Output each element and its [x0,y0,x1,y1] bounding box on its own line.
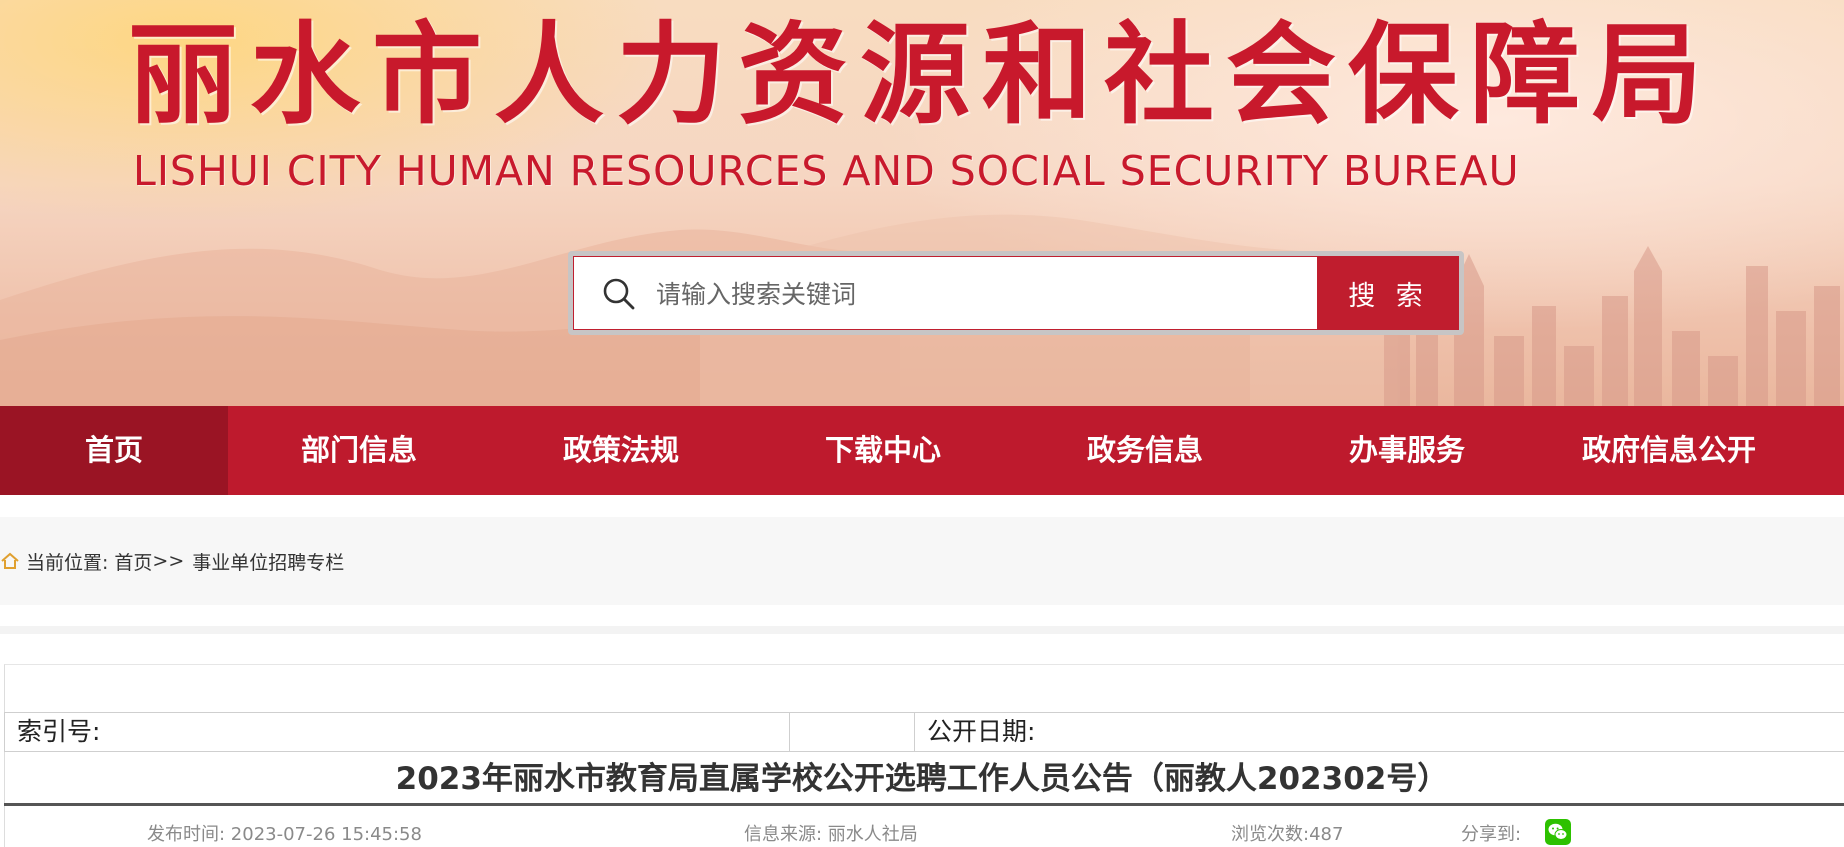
breadcrumb-home-link[interactable]: 首页 [114,548,152,575]
search-field [573,256,1318,330]
wechat-share-icon[interactable] [1545,819,1571,845]
info-source: 信息来源: 丽水人社局 [744,824,918,845]
nav-item-info-disclosure[interactable]: 政府信息公开 [1538,406,1800,495]
nav-item-home[interactable]: 首页 [0,406,228,495]
article-title: 2023年丽水市教育局直属学校公开选聘工作人员公告（丽教人202302号） [395,761,1449,797]
breadcrumb-prefix: 当前位置: [26,551,109,574]
breadcrumb-current-link[interactable]: 事业单位招聘专栏 [192,548,344,575]
section-divider [0,626,1844,634]
header-banner: 丽水市人力资源和社会保障局 LISHUI CITY HUMAN RESOURCE… [0,0,1844,406]
breadcrumb-separator: >> [152,550,185,572]
home-icon [1,552,19,569]
breadcrumb-bar: 当前位置: 首页 >> 事业单位招聘专栏 [0,517,1844,605]
meta-index-cell: 索引号: [5,713,790,751]
site-title-cn: 丽水市人力资源和社会保障局 [128,10,1714,139]
date-value [1035,717,1047,746]
breadcrumb: 当前位置: 首页 >> 事业单位招聘专栏 [0,548,344,575]
nav-item-downloads[interactable]: 下载中心 [752,406,1014,495]
nav-item-government-affairs[interactable]: 政务信息 [1014,406,1276,495]
title-divider [4,803,1844,806]
meta-table: 索引号: 公开日期: [4,712,1844,752]
site-title-en: LISHUI CITY HUMAN RESOURCES AND SOCIAL S… [133,147,1520,195]
index-value [100,717,112,746]
nav-item-services[interactable]: 办事服务 [1276,406,1538,495]
nav-item-department-info[interactable]: 部门信息 [228,406,490,495]
share-label: 分享到: [1461,824,1522,845]
main-nav: 首页 部门信息 政策法规 下载中心 政务信息 办事服务 政府信息公开 [0,406,1844,495]
search-input[interactable] [654,269,1298,319]
meta-date-cell: 公开日期: [915,713,1844,751]
meta-empty-cell [790,713,915,751]
search-bar: 搜 索 [568,251,1464,335]
search-button[interactable]: 搜 索 [1318,256,1459,330]
publish-time: 发布时间: 2023-07-26 15:45:58 [147,824,422,845]
date-label: 公开日期: [927,717,1036,746]
nav-item-policies[interactable]: 政策法规 [490,406,752,495]
view-count: 浏览次数:487 [1231,824,1344,845]
index-label: 索引号: [17,717,101,746]
search-icon [603,278,635,310]
